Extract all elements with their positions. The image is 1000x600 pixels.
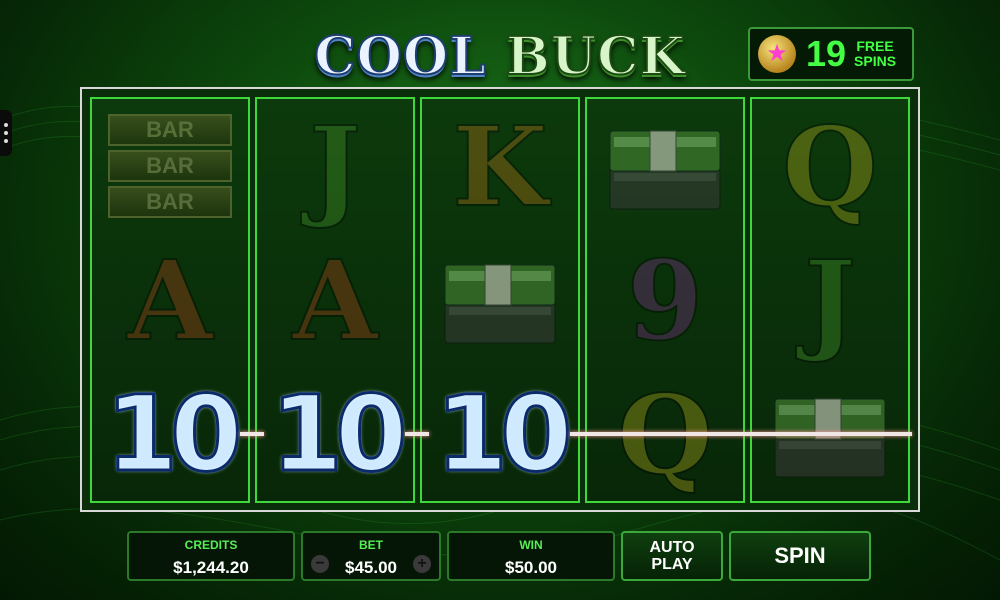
reels-area: BAR BAR BAR A 10 J A 10 K 10 9 Q Q J (80, 87, 920, 512)
cash-stack-icon (587, 99, 743, 233)
bet-label: BET (359, 538, 383, 552)
cash-stack-icon (422, 233, 578, 367)
free-spins-label-line1: FREE (856, 38, 894, 54)
reel-2: J A 10 (255, 97, 415, 503)
spin-button[interactable]: SPIN (729, 531, 871, 581)
win-panel: WIN $50.00 (447, 531, 615, 581)
bar-symbol: BAR (108, 150, 232, 182)
bet-decrease-button[interactable]: − (311, 555, 329, 573)
logo-word-cool: COOL (313, 25, 487, 88)
bet-panel: BET $45.00 − + (301, 531, 441, 581)
bet-increase-button[interactable]: + (413, 555, 431, 573)
symbol-j: J (803, 235, 857, 366)
autoplay-label-line2: PLAY (651, 556, 693, 573)
logo-word-buck: BUCK (505, 25, 686, 88)
symbol-ten: 10 (434, 372, 574, 497)
payline-segment (405, 432, 429, 436)
win-value: $50.00 (505, 558, 557, 577)
symbol-k: K (451, 101, 549, 232)
symbol-ten: 10 (269, 372, 409, 497)
reel-3: K 10 (420, 97, 580, 503)
star-icon: ★ (758, 35, 796, 73)
symbol-q: Q (781, 101, 879, 232)
payline-segment (240, 432, 264, 436)
bar-symbol: BAR (108, 186, 232, 218)
symbol-nine: 9 (626, 235, 705, 366)
win-label: WIN (519, 538, 543, 552)
bar-symbol: BAR (108, 114, 232, 146)
reel-4: 9 Q (585, 97, 745, 503)
payline-segment (570, 432, 912, 436)
free-spins-count: 19 (806, 33, 847, 74)
symbol-a: A (126, 235, 213, 366)
symbol-j: J (308, 101, 362, 232)
free-spins-counter: ★ 19 FREE SPINS (748, 27, 914, 81)
side-menu-button[interactable] (0, 110, 12, 156)
spin-label: SPIN (774, 543, 826, 568)
reel-1: BAR BAR BAR A 10 (90, 97, 250, 503)
symbol-ten: 10 (104, 372, 244, 497)
credits-panel: CREDITS $1,244.20 (127, 531, 295, 581)
free-spins-label: FREE SPINS (854, 39, 896, 69)
reel-5: Q J (750, 97, 910, 503)
symbol-a: A (291, 235, 378, 366)
symbol-bar-stack: BAR BAR BAR (92, 99, 248, 233)
credits-label: CREDITS (184, 538, 238, 552)
free-spins-label-line2: SPINS (854, 53, 897, 69)
autoplay-button[interactable]: AUTO PLAY (621, 531, 723, 581)
autoplay-label-line1: AUTO (649, 539, 695, 556)
credits-value: $1,244.20 (173, 558, 249, 577)
